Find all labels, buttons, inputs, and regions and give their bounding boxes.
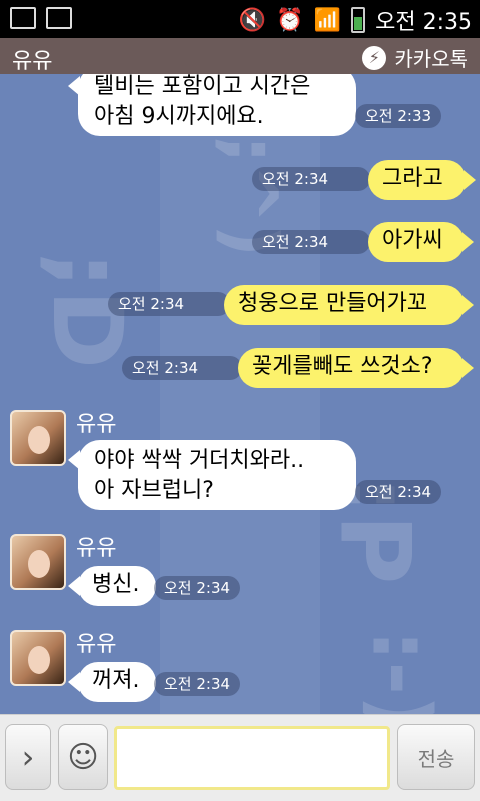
message-bubble[interactable]: 병신. <box>68 566 156 606</box>
message-bubble[interactable]: 텔비는 포함이고 시간은 아침 9시까지에요. <box>68 74 356 136</box>
status-time: 오전 2:35 <box>375 10 472 35</box>
message-time: 오전 2:34 <box>154 576 241 600</box>
wallpaper-smiley: :-) <box>354 629 448 714</box>
message-time: 오전 2:34 <box>122 356 242 380</box>
battery-icon <box>351 7 366 33</box>
message-time: 오전 2:34 <box>252 167 370 191</box>
chat-area[interactable]: ;^) ;D ;P :-) 텔비는 포함이고 시간은 아침 9시까지에요. 오전… <box>0 74 480 714</box>
sender-name: 유유 <box>76 536 117 561</box>
message-time: 오전 2:34 <box>154 672 241 696</box>
sender-name: 유유 <box>76 412 117 437</box>
mute-icon: 🔇 <box>238 7 267 33</box>
message-input[interactable] <box>117 729 387 787</box>
emoticon-button[interactable]: ☺ <box>58 724 108 790</box>
message-bubble[interactable]: 꺼져. <box>68 662 156 702</box>
avatar[interactable] <box>10 410 66 466</box>
message-time: 오전 2:34 <box>355 480 442 504</box>
kakaotalk-icon: ⚡ <box>362 45 387 70</box>
composer-bar: › ☺ 전송 <box>0 714 480 801</box>
message-bubble[interactable]: 아가씨 <box>368 222 474 262</box>
avatar[interactable] <box>10 534 66 590</box>
message-time: 오전 2:34 <box>252 230 370 254</box>
expand-button[interactable]: › <box>5 724 51 790</box>
message-time: 오전 2:34 <box>108 292 230 316</box>
send-button[interactable]: 전송 <box>397 724 475 790</box>
message-bubble[interactable]: 꽂게를빼도 쓰것소? <box>238 348 474 388</box>
notification-icon <box>10 7 36 29</box>
chevron-right-icon: › <box>21 738 35 776</box>
wifi-icon: 📶 <box>313 7 342 33</box>
brand: ⚡ 카카오톡 <box>362 43 468 72</box>
message-input-box[interactable] <box>114 726 390 790</box>
brand-label: 카카오톡 <box>394 47 468 71</box>
status-bar: 🔇 ⏰ 📶 오전 2:35 <box>0 0 480 38</box>
gallery-icon <box>46 7 72 29</box>
message-bubble[interactable]: 그라고 <box>368 160 476 200</box>
smiley-icon: ☺ <box>67 739 99 775</box>
chat-header: 유유 ⚡ 카카오톡 <box>0 38 480 74</box>
sender-name: 유유 <box>76 632 117 657</box>
message-bubble[interactable]: 야야 싹싹 거더치와라.. 아 자브럽니? <box>68 440 356 510</box>
message-bubble[interactable]: 청웅으로 만들어가꼬 <box>224 285 474 325</box>
avatar[interactable] <box>10 630 66 686</box>
message-time: 오전 2:33 <box>355 104 442 128</box>
chat-title: 유유 <box>12 49 53 74</box>
alarm-icon: ⏰ <box>276 7 304 33</box>
